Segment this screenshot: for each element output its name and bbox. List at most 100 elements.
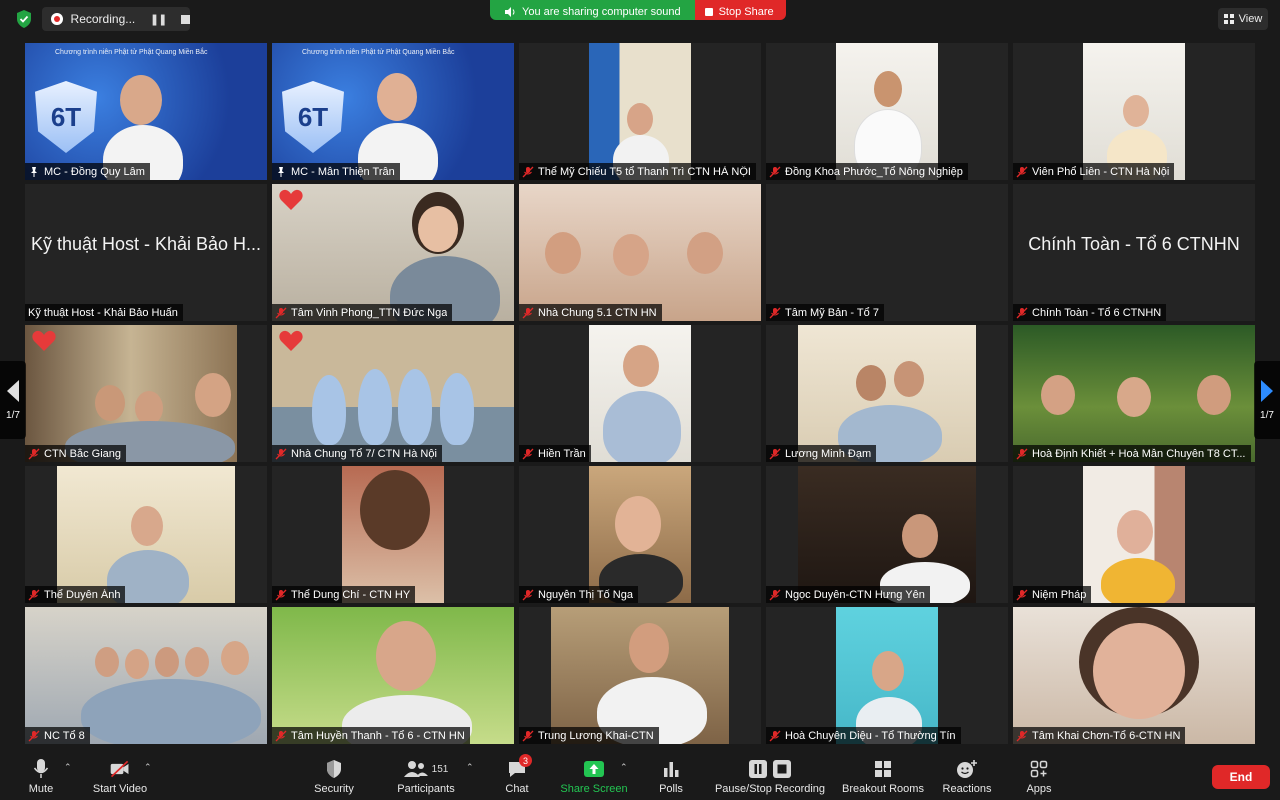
- end-meeting-button[interactable]: End: [1212, 765, 1270, 789]
- video-tile[interactable]: Đồng Khoa Phước_Tổ Nông Nghiệp: [766, 43, 1008, 180]
- next-page-button[interactable]: 1/7: [1254, 361, 1280, 439]
- stop-recording-icon[interactable]: [181, 14, 190, 24]
- video-options-caret-icon[interactable]: ⌃: [144, 762, 152, 773]
- video-tile[interactable]: Lương Minh Đạm: [766, 325, 1008, 462]
- security-label: Security: [314, 783, 354, 795]
- participant-video: [1013, 325, 1255, 462]
- apps-button[interactable]: Apps: [1022, 758, 1056, 798]
- participant-nameplate: Lương Minh Đạm: [766, 445, 877, 462]
- polls-button[interactable]: Polls: [654, 758, 688, 798]
- video-tile[interactable]: Chương trình niên Phật tử Phật Quang Miề…: [272, 43, 514, 180]
- video-tile[interactable]: Niệm Pháp: [1013, 466, 1255, 603]
- video-tile[interactable]: Ngọc Duyên-CTN Hưng Yên: [766, 466, 1008, 603]
- video-tile[interactable]: Kỹ thuật Host - Khải Bảo H... Kỹ thuật H…: [25, 184, 267, 321]
- view-label: View: [1238, 13, 1263, 25]
- muted-mic-icon: [1016, 448, 1028, 459]
- participant-video: [1013, 607, 1255, 744]
- participants-count: 151: [431, 763, 449, 775]
- participant-figure: [195, 373, 231, 417]
- participant-name: Hoà Chuyên Diệu - Tổ Thường Tín: [785, 729, 956, 742]
- video-tile[interactable]: Tâm Vinh Phong_TTN Đức Nga: [272, 184, 514, 321]
- video-tile[interactable]: Nhà Chung 5.1 CTN HN: [519, 184, 761, 321]
- video-tile[interactable]: Chương trình niên Phật tử Phật Quang Miề…: [25, 43, 267, 180]
- participants-options-caret-icon[interactable]: ⌃: [466, 762, 474, 773]
- stop-share-label: Stop Share: [718, 6, 774, 18]
- video-tile[interactable]: Hoà Định Khiết + Hoà Mẫn Chuyên T8 CT...: [1013, 325, 1255, 462]
- mute-options-caret-icon[interactable]: ⌃: [64, 762, 72, 773]
- muted-mic-icon: [769, 166, 781, 177]
- participant-nameplate: Chính Toàn - Tổ 6 CTNHN: [1013, 304, 1167, 321]
- start-video-button[interactable]: Start Video: [90, 758, 150, 798]
- participant-video: [589, 466, 691, 603]
- muted-mic-icon: [522, 730, 534, 741]
- video-tile[interactable]: Thể Mỹ Chiếu T5 tổ Thanh Trì CTN HÀ NỘI: [519, 43, 761, 180]
- muted-mic-icon: [769, 448, 781, 459]
- participant-figure: [95, 385, 125, 421]
- stop-share-button[interactable]: Stop Share: [694, 0, 786, 20]
- video-tile[interactable]: Tâm Mỹ Bản - Tổ 7: [766, 184, 1008, 321]
- event-badge-logo: 6T: [35, 81, 97, 153]
- security-button[interactable]: Security: [308, 758, 360, 798]
- participant-nameplate: Hoà Định Khiết + Hoà Mẫn Chuyên T8 CT...: [1013, 445, 1251, 462]
- share-options-caret-icon[interactable]: ⌃: [620, 762, 628, 773]
- participant-name: Tâm Huyền Thanh - Tổ 6 - CTN HN: [291, 729, 465, 742]
- share-banner: You are sharing computer sound Stop Shar…: [490, 0, 786, 20]
- chat-button[interactable]: 3 Chat: [500, 754, 534, 798]
- view-button[interactable]: View: [1218, 8, 1268, 30]
- participant-figure: [872, 651, 904, 691]
- video-tile[interactable]: Tâm Khai Chơn-Tổ 6-CTN HN: [1013, 607, 1255, 744]
- video-tile[interactable]: Nguyễn Thị Tố Nga: [519, 466, 761, 603]
- muted-mic-icon: [28, 730, 40, 741]
- muted-mic-icon: [522, 307, 534, 318]
- video-tile[interactable]: Hiền Trần: [519, 325, 761, 462]
- participant-name: Trung Lương Khai-CTN: [538, 729, 654, 742]
- apps-icon: [1030, 760, 1048, 778]
- video-tile[interactable]: CTN Bắc Giang: [25, 325, 267, 462]
- video-tile[interactable]: Hoà Chuyên Diệu - Tổ Thường Tín: [766, 607, 1008, 744]
- participant-name: Chính Toàn - Tổ 6 CTNHN: [1032, 306, 1162, 319]
- participant-figure: [376, 621, 436, 691]
- participant-nameplate: MC - Đồng Quy Lâm: [25, 163, 150, 180]
- sharing-sound-indicator: You are sharing computer sound: [490, 0, 695, 20]
- recording-label: Recording...: [70, 12, 136, 26]
- participant-figure: [1123, 95, 1149, 127]
- reactions-button[interactable]: Reactions: [940, 758, 994, 798]
- video-tile[interactable]: Viên Phổ Liên - CTN Hà Nội: [1013, 43, 1255, 180]
- video-tile[interactable]: NC Tổ 8: [25, 607, 267, 744]
- participant-video: [551, 607, 729, 744]
- participant-video: [1083, 466, 1185, 603]
- video-tile[interactable]: Thể Dung Chí - CTN HY: [272, 466, 514, 603]
- microphone-icon: [33, 759, 49, 778]
- breakout-rooms-label: Breakout Rooms: [842, 783, 924, 795]
- participant-name: Kỹ thuật Host - Khải Bảo Huấn: [28, 306, 178, 319]
- participant-figure: [623, 345, 659, 387]
- recording-indicator: Recording... ❚❚: [42, 7, 190, 31]
- breakout-rooms-button[interactable]: Breakout Rooms: [840, 758, 926, 798]
- muted-mic-icon: [522, 448, 534, 459]
- reactions-label: Reactions: [942, 783, 992, 795]
- security-shield-icon[interactable]: [14, 9, 34, 29]
- video-tile[interactable]: Chính Toàn - Tổ 6 CTNHN Chính Toàn - Tổ …: [1013, 184, 1255, 321]
- participant-video: [589, 325, 691, 462]
- participant-nameplate: Tâm Huyền Thanh - Tổ 6 - CTN HN: [272, 727, 470, 744]
- previous-page-button[interactable]: 1/7: [0, 361, 26, 439]
- participant-display-name: Chính Toàn - Tổ 6 CTNHN: [1028, 233, 1240, 254]
- video-tile[interactable]: Nhà Chung Tổ 7/ CTN Hà Nội: [272, 325, 514, 462]
- mute-button[interactable]: Mute: [26, 758, 56, 798]
- participant-figure: [398, 369, 432, 445]
- pause-stop-recording-button[interactable]: Pause/Stop Recording: [712, 758, 828, 798]
- participants-button[interactable]: 151 Participants: [392, 758, 460, 798]
- chat-unread-badge: 3: [519, 754, 532, 767]
- participant-figure: [221, 641, 249, 675]
- recording-dot-icon: [51, 13, 63, 25]
- participant-video: [25, 607, 267, 744]
- participant-figure: [1041, 375, 1075, 415]
- camera-off-icon: [110, 760, 129, 778]
- video-tile[interactable]: Tâm Huyền Thanh - Tổ 6 - CTN HN: [272, 607, 514, 744]
- participant-name: MC - Đồng Quy Lâm: [44, 165, 145, 178]
- participant-name: Hoà Định Khiết + Hoà Mẫn Chuyên T8 CT...: [1032, 447, 1246, 460]
- pause-recording-icon[interactable]: ❚❚: [150, 13, 167, 26]
- video-tile[interactable]: Thể Duyên Ánh: [25, 466, 267, 603]
- video-tile[interactable]: Trung Lương Khai-CTN: [519, 607, 761, 744]
- participant-nameplate: Thể Mỹ Chiếu T5 tổ Thanh Trì CTN HÀ NỘI: [519, 163, 756, 180]
